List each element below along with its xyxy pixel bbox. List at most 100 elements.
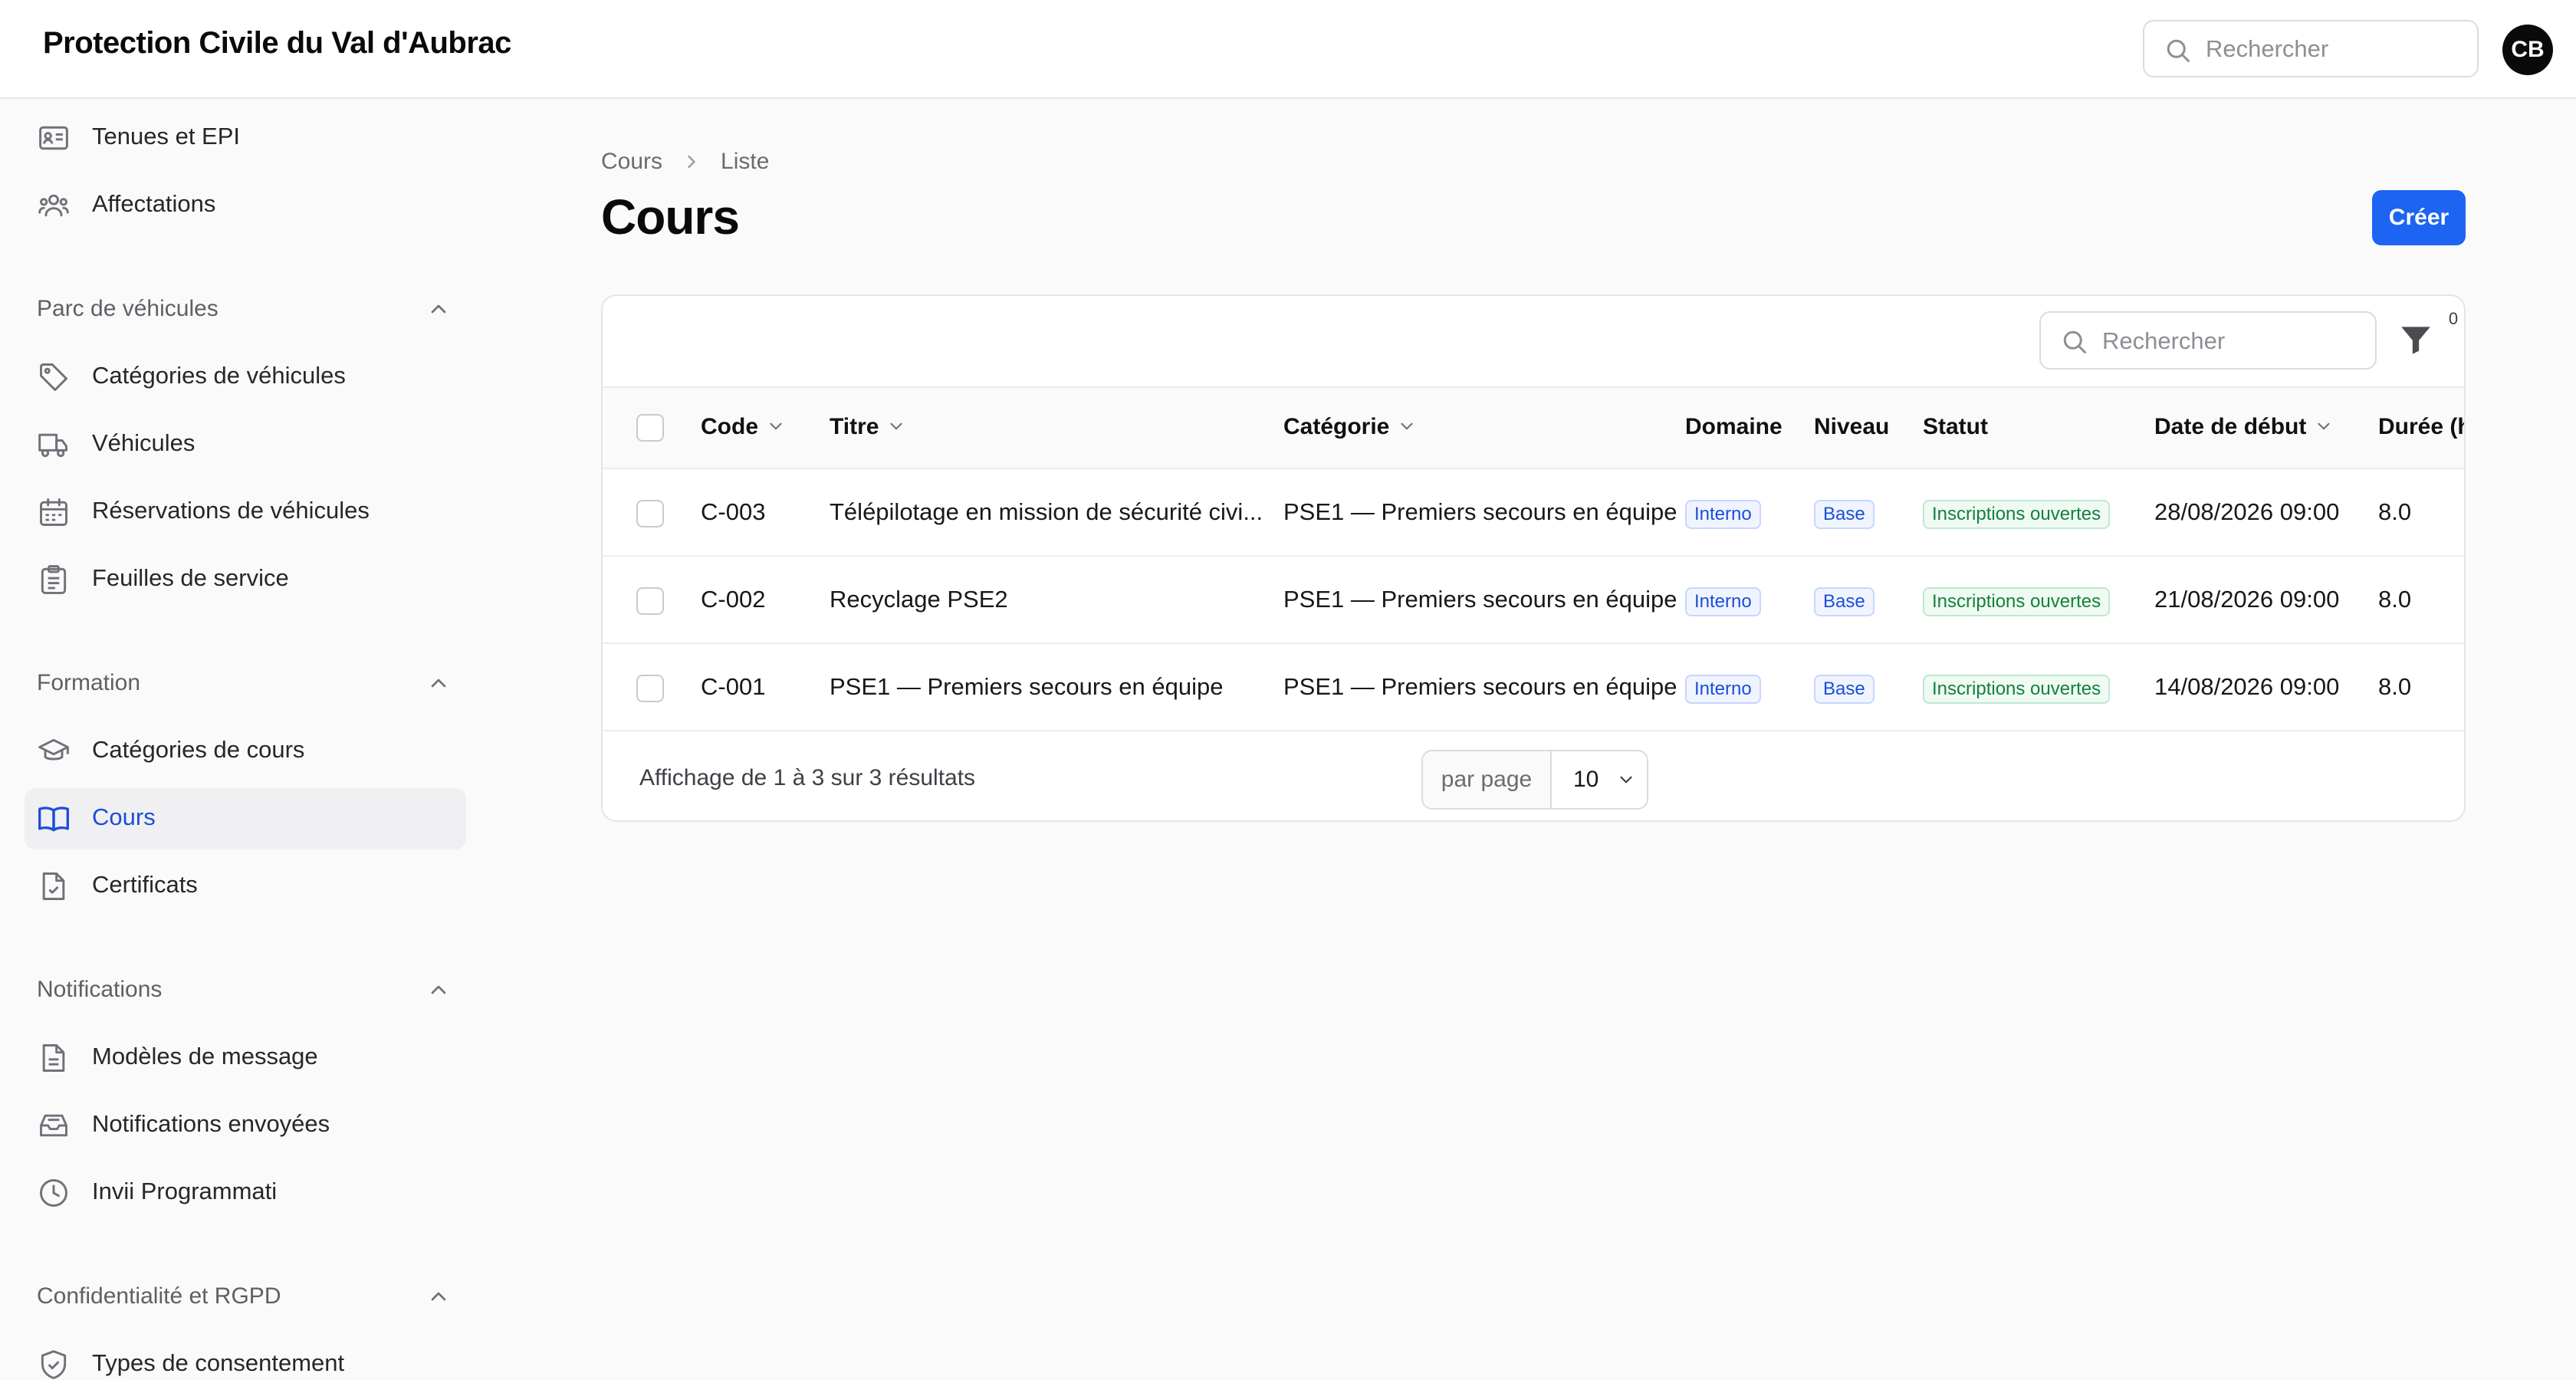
per-page-label: par page (1423, 751, 1552, 808)
cell-titre: Télépilotage en mission de sécurité civi… (830, 498, 1263, 525)
row-checkbox[interactable] (636, 587, 664, 615)
niveau-badge: Base (1814, 500, 1875, 529)
status-badge: Inscriptions ouvertes (1923, 675, 2111, 704)
cell-titre: Recyclage PSE2 (830, 586, 1008, 613)
column-header-categorie[interactable]: Catégorie (1283, 414, 1417, 440)
app-title[interactable]: Protection Civile du Val d'Aubrac (43, 26, 511, 61)
cell-duree: 8.0 (2378, 498, 2412, 525)
group-label-formation[interactable]: Formation (37, 670, 140, 696)
table-row[interactable]: C-001 PSE1 — Premiers secours en équipe … (603, 644, 2464, 731)
cell-duree: 8.0 (2378, 586, 2412, 613)
sidebar-item-label: Affectations (92, 190, 216, 217)
sidebar: Tenues et EPI Affectations Parc de véhic… (0, 100, 491, 1380)
user-avatar[interactable]: CB (2502, 25, 2553, 75)
document-check-icon (37, 869, 71, 903)
column-header-date-debut[interactable]: Date de début (2154, 414, 2334, 440)
sidebar-item-vehicules[interactable]: Véhicules (25, 414, 466, 475)
shield-check-icon (37, 1348, 71, 1380)
cell-titre: PSE1 — Premiers secours en équipe (830, 673, 1224, 700)
sidebar-item-categories-cours[interactable]: Catégories de cours (25, 721, 466, 782)
sidebar-item-label: Catégories de cours (92, 736, 305, 763)
sidebar-item-tenues-epi[interactable]: Tenues et EPI (25, 107, 466, 169)
chevron-up-icon[interactable] (426, 297, 451, 321)
cell-categorie: PSE1 — Premiers secours en équipe (1283, 498, 1677, 525)
sidebar-item-certificats[interactable]: Certificats (25, 856, 466, 917)
sidebar-item-invii-programmati[interactable]: Invii Programmati (25, 1162, 466, 1224)
sidebar-item-label: Réservations de véhicules (92, 497, 370, 524)
cell-date-debut: 21/08/2026 09:00 (2154, 586, 2340, 613)
filter-icon[interactable] (2397, 320, 2435, 359)
group-label-notifications[interactable]: Notifications (37, 977, 162, 1003)
column-header-code[interactable]: Code (701, 414, 786, 440)
document-text-icon (37, 1041, 71, 1075)
sidebar-item-affectations[interactable]: Affectations (25, 175, 466, 236)
sidebar-item-label: Véhicules (92, 429, 196, 456)
column-header-niveau: Niveau (1814, 414, 1890, 439)
tag-icon (37, 360, 71, 394)
sidebar-item-label: Types de consentement (92, 1349, 345, 1376)
chevron-down-icon (1616, 770, 1636, 790)
chevron-down-icon (886, 416, 906, 436)
table-row[interactable]: C-003 Télépilotage en mission de sécurit… (603, 469, 2464, 557)
chevron-up-icon[interactable] (426, 671, 451, 695)
group-label-parc-vehicules[interactable]: Parc de véhicules (37, 296, 219, 322)
sidebar-item-cours[interactable]: Cours (25, 788, 466, 849)
sidebar-item-feuilles-service[interactable]: Feuilles de service (25, 549, 466, 610)
create-button[interactable]: Créer (2372, 190, 2466, 245)
per-page-select[interactable]: par page 10 (1421, 750, 1648, 810)
table-search-placeholder: Rechercher (2102, 327, 2226, 354)
status-badge: Inscriptions ouvertes (1923, 587, 2111, 616)
breadcrumb: Cours Liste (601, 148, 769, 175)
domaine-badge: Interno (1685, 587, 1761, 616)
select-all-checkbox[interactable] (636, 414, 664, 442)
sidebar-item-types-consentement[interactable]: Types de consentement (25, 1334, 466, 1380)
group-label-confidentialite-rgpd[interactable]: Confidentialité et RGPD (37, 1283, 281, 1309)
table-search-input[interactable]: Rechercher (2039, 311, 2377, 370)
chevron-up-icon[interactable] (426, 1284, 451, 1309)
column-header-domaine: Domaine (1685, 414, 1783, 439)
courses-table-card: Rechercher 0 Code Titre Catégorie Domain… (601, 294, 2466, 822)
table-row[interactable]: C-002 Recyclage PSE2 PSE1 — Premiers sec… (603, 557, 2464, 644)
cell-date-debut: 14/08/2026 09:00 (2154, 673, 2340, 700)
chevron-down-icon (1397, 416, 1417, 436)
cell-duree: 8.0 (2378, 673, 2412, 700)
per-page-value: 10 (1573, 767, 1599, 792)
column-header-titre[interactable]: Titre (830, 414, 906, 440)
search-icon (2164, 37, 2192, 64)
row-checkbox[interactable] (636, 500, 664, 527)
column-header-duree: Durée (h (2378, 414, 2466, 439)
sidebar-item-label: Invii Programmati (92, 1178, 278, 1204)
column-header-statut: Statut (1923, 414, 1988, 439)
chevron-up-icon[interactable] (426, 978, 451, 1002)
users-icon (37, 189, 71, 222)
page-title: Cours (601, 189, 740, 245)
sidebar-item-modeles-message[interactable]: Modèles de message (25, 1027, 466, 1089)
sidebar-item-label: Catégories de véhicules (92, 362, 346, 389)
breadcrumb-liste: Liste (721, 149, 770, 175)
sidebar-item-label: Tenues et EPI (92, 123, 241, 150)
id-card-icon (37, 121, 71, 155)
domaine-badge: Interno (1685, 675, 1761, 704)
table-footer: Affichage de 1 à 3 sur 3 résultats par p… (603, 733, 2464, 820)
search-icon (2061, 328, 2088, 356)
sidebar-item-reservations-vehicules[interactable]: Réservations de véhicules (25, 481, 466, 543)
table-header: Code Titre Catégorie Domaine Niveau Stat… (603, 386, 2466, 469)
row-checkbox[interactable] (636, 675, 664, 702)
sidebar-item-label: Modèles de message (92, 1043, 318, 1070)
niveau-badge: Base (1814, 675, 1875, 704)
inbox-icon (37, 1109, 71, 1142)
sidebar-item-label: Cours (92, 803, 156, 830)
cell-categorie: PSE1 — Premiers secours en équipe (1283, 586, 1677, 613)
breadcrumb-cours[interactable]: Cours (601, 149, 662, 175)
global-search-input[interactable]: Rechercher (2143, 20, 2479, 77)
clock-icon (37, 1176, 71, 1210)
status-badge: Inscriptions ouvertes (1923, 500, 2111, 529)
domaine-badge: Interno (1685, 500, 1761, 529)
niveau-badge: Base (1814, 587, 1875, 616)
chevron-right-icon (681, 151, 702, 172)
sidebar-item-notifications-envoyees[interactable]: Notifications envoyées (25, 1095, 466, 1156)
cell-code: C-002 (701, 586, 766, 613)
sidebar-item-categories-vehicules[interactable]: Catégories de véhicules (25, 347, 466, 408)
sidebar-item-label: Feuilles de service (92, 564, 289, 591)
cell-code: C-003 (701, 498, 766, 525)
